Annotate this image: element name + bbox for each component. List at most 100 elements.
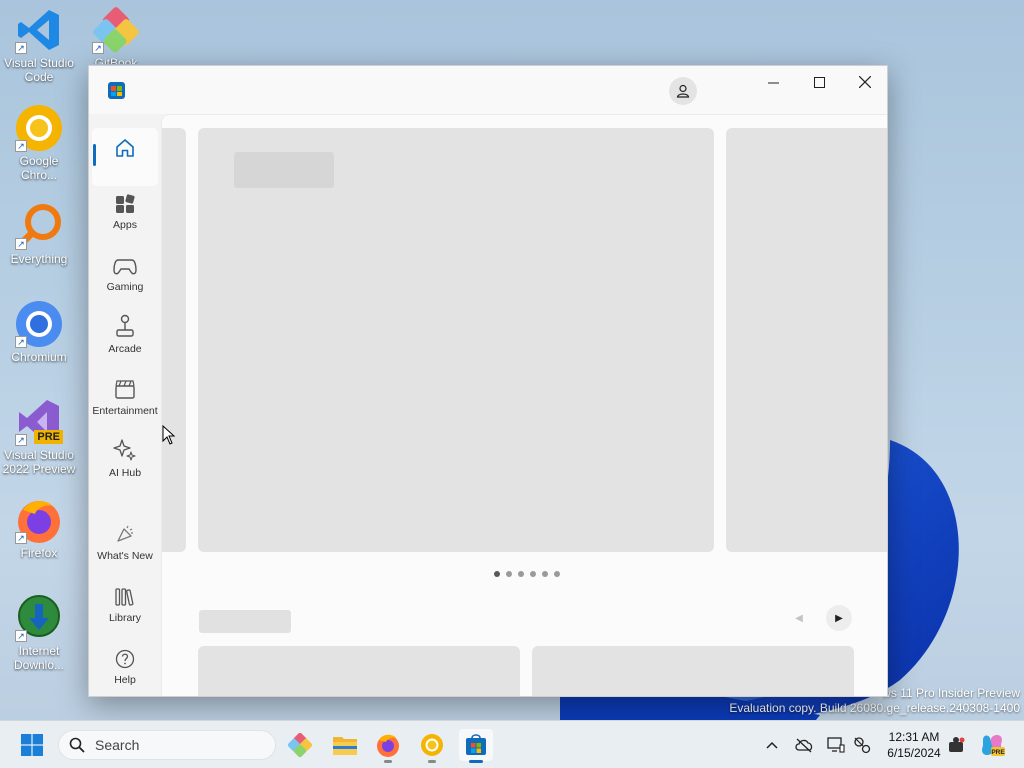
running-indicator [428,760,436,763]
desktop-icon-firefox[interactable]: ↗ Firefox [0,496,78,560]
evaluation-watermark-line1: ws 11 Pro Insider Preview [882,686,1020,700]
help-icon [115,649,135,669]
show-hidden-icons-button[interactable] [762,735,782,755]
chevron-up-icon [766,741,778,749]
section-next-button[interactable]: ▶ [826,605,852,631]
game-bar-icon [949,737,965,752]
shortcut-arrow-icon: ↗ [15,434,27,446]
desktop-icon-label: Firefox [20,546,58,560]
taskbar-file-explorer[interactable] [328,729,362,761]
nav-library-label: Library [108,612,142,624]
carousel-indicator [494,571,560,577]
title-bar[interactable] [89,66,887,114]
nav-ai-hub-label: AI Hub [108,467,142,479]
system-clock[interactable]: 12:31 AM 6/15/2024 [876,729,952,761]
cloud-off-icon [795,738,813,753]
shortcut-arrow-icon: ↗ [15,336,27,348]
hero-placeholder-main[interactable] [198,128,714,552]
minimize-icon [767,82,779,83]
desktop-icon-vscode[interactable]: ↗ Visual Studio Code [0,6,78,84]
firefox-icon [377,734,399,757]
nav-entertainment[interactable]: Entertainment [92,372,158,430]
carousel-dot[interactable] [530,571,536,577]
desktop-icon-chromium[interactable]: ↗ Chromium [0,300,78,364]
desktop-icon-label: GitBook [94,56,138,64]
nav-apps[interactable]: Apps [92,186,158,244]
display-tray-button[interactable] [826,735,846,755]
desktop-icon-label: Visual Studio Code [4,56,74,84]
gamepad-icon [113,259,137,275]
maximize-button[interactable] [796,66,842,98]
shortcut-arrow-icon: ↗ [15,140,27,152]
desktop-icon-google-chrome[interactable]: ↗ Google Chro... [0,104,78,182]
nav-arcade[interactable]: Arcade [92,310,158,368]
desktop-icon-label: Google Chro... [19,154,59,182]
network-tray-button[interactable] [852,735,872,755]
card-placeholder[interactable] [198,646,520,696]
desktop-icon-internet-download-manager[interactable]: ↗ Internet Downlo... [0,594,78,672]
carousel-dot[interactable] [494,571,500,577]
nav-whats-new-label: What's New [97,550,153,562]
shortcut-arrow-icon: ↗ [15,238,27,250]
nav-gaming[interactable]: Gaming [92,248,158,306]
chrome-icon: ↗ [15,104,63,152]
taskbar-microsoft-store[interactable] [459,729,493,763]
carousel-dot[interactable] [518,571,524,577]
gitbook-icon: ↗ [92,6,140,54]
section-prev-button[interactable]: ◀ [786,605,812,631]
mouse-cursor [162,425,176,445]
taskbar-search-box[interactable]: Search [58,730,276,760]
desktop-icon-label: Internet Downlo... [13,644,65,672]
close-icon [859,76,871,88]
taskbar-firefox[interactable] [371,729,405,763]
onedrive-tray-button[interactable] [794,735,814,755]
close-button[interactable] [842,66,887,98]
carousel-dot[interactable] [506,571,512,577]
nav-whats-new[interactable]: What's New [92,517,158,575]
nav-arcade-label: Arcade [108,343,142,355]
internet-download-manager-icon: ↗ [15,594,63,642]
game-bar-tray-button[interactable] [946,735,966,755]
nav-home[interactable] [92,128,158,186]
gitbook-icon [288,733,312,757]
clock-time: 12:31 AM [888,730,940,744]
nav-help-label: Help [114,674,136,686]
taskbar-gitbook[interactable] [283,729,317,761]
nav-ai-hub[interactable]: AI Hub [92,434,158,492]
shortcut-arrow-icon: ↗ [15,42,27,54]
search-icon [69,737,85,753]
taskbar-chrome[interactable] [415,729,449,763]
account-button[interactable] [669,77,697,105]
nav-help[interactable]: Help [92,641,158,696]
chromium-icon: ↗ [15,300,63,348]
megaphone-icon [117,525,133,542]
copilot-button[interactable]: PRE [979,732,1005,758]
display-icon [827,737,845,753]
maximize-icon [813,76,825,88]
carousel-dot[interactable] [554,571,560,577]
visual-studio-preview-icon: PRE ↗ [15,398,63,446]
desktop-icon-visual-studio-preview[interactable]: PRE ↗ Visual Studio 2022 Preview [0,398,78,476]
store-window: Apps Gaming Arcade Entertainment AI Hub … [88,65,888,697]
minimize-button[interactable] [750,66,796,98]
folder-icon [333,737,357,755]
carousel-dot[interactable] [542,571,548,577]
hero-placeholder-next[interactable] [726,128,887,552]
desktop-icon-gitbook[interactable]: ↗ GitBook [77,6,155,64]
card-placeholder[interactable] [532,646,854,696]
nav-library[interactable]: Library [92,579,158,637]
desktop-icon-everything[interactable]: ↗ Everything [0,202,78,266]
nav-entertainment-label: Entertainment [92,405,158,417]
vscode-icon: ↗ [15,6,63,54]
desktop-icon-label: Chromium [11,350,67,364]
start-button[interactable] [15,729,49,761]
taskbar: Search 12:31 AM 6/15/2024 PRE [0,720,1024,768]
apps-icon [116,194,135,213]
hero-placeholder-prev[interactable] [162,128,186,552]
copilot-icon: PRE [982,735,1005,756]
clapperboard-icon [115,380,135,399]
everything-search-icon: ↗ [15,202,63,250]
navigation-sidebar: Apps Gaming Arcade Entertainment AI Hub … [89,114,161,696]
evaluation-watermark-line2: Evaluation copy. Build 26080.ge_release.… [729,701,1020,715]
shortcut-arrow-icon: ↗ [92,42,104,54]
